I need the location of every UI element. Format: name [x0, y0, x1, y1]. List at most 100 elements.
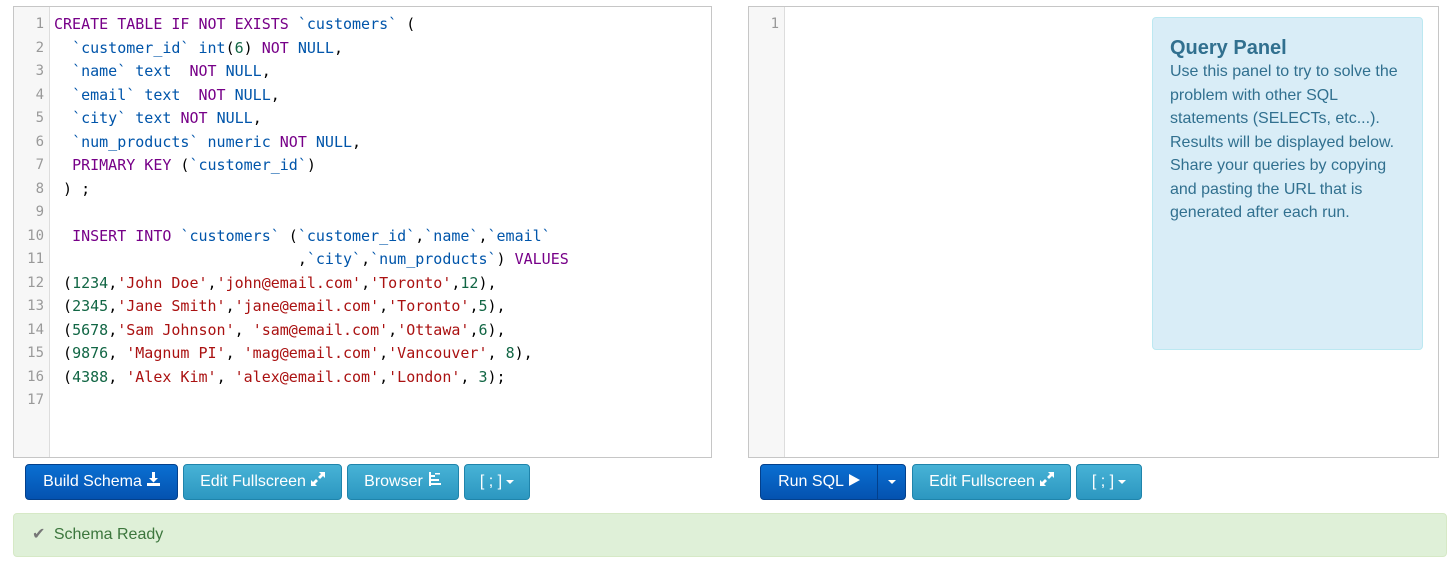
- sql-text: (: [54, 367, 73, 386]
- line-number: 13: [27, 298, 44, 314]
- sql-text: ,: [225, 344, 244, 362]
- line-number: 17: [27, 392, 44, 408]
- run-sql-button[interactable]: Run SQL: [760, 464, 878, 500]
- expand-icon: [310, 465, 325, 499]
- edit-fullscreen-label: Edit Fullscreen: [200, 473, 306, 490]
- sql-number: 8: [505, 344, 515, 362]
- sql-number: 3: [478, 367, 488, 386]
- schema-editor[interactable]: 1 2 3 4 5 6 7 8 9 10 11 12 13 14 15 16 17 CREATE TABLE I…: [13, 6, 712, 458]
- sql-identifier: `city`: [72, 109, 127, 127]
- sql-text: ,: [108, 367, 127, 386]
- line-number-gutter: 1: [749, 7, 785, 457]
- sql-type: text: [135, 62, 172, 80]
- build-schema-button[interactable]: Build Schema: [25, 464, 178, 500]
- sql-string: 'john@email.com': [216, 273, 362, 292]
- sql-string: 'Toronto': [370, 273, 452, 292]
- line-number: 9: [35, 204, 44, 220]
- tree-list-icon: [428, 465, 442, 499]
- sql-identifier: `customers`: [180, 226, 280, 245]
- schema-edit-fullscreen-button[interactable]: Edit Fullscreen: [183, 464, 342, 500]
- sql-text: ,: [252, 109, 262, 127]
- sql-text: ,: [270, 85, 280, 104]
- sql-text: (: [397, 15, 416, 33]
- sql-identifier: `city`: [306, 250, 362, 268]
- chevron-down-icon: [1118, 479, 1127, 484]
- chevron-down-icon: [887, 479, 896, 484]
- play-icon: [848, 465, 860, 499]
- sql-identifier: `num_products`: [370, 250, 497, 268]
- line-number: 16: [27, 368, 44, 385]
- line-number: 5: [35, 110, 44, 126]
- sql-text: ): [306, 156, 316, 174]
- schema-delimiter-dropdown[interactable]: [ ; ]: [464, 464, 530, 500]
- code-line: `city` text NOT NULL,: [54, 107, 711, 131]
- sql-identifier: `name`: [424, 226, 479, 245]
- code-line: `num_products` numeric NOT NULL,: [54, 131, 711, 155]
- sql-keyword: NULL: [315, 132, 353, 151]
- build-schema-label: Build Schema: [43, 473, 142, 490]
- chevron-down-icon: [506, 479, 515, 484]
- sql-keyword: INSERT INTO: [72, 226, 172, 245]
- sql-string: 'Alex Kim': [126, 367, 217, 386]
- code-line: (5678,'Sam Johnson', 'sam@email.com','Ot…: [54, 319, 711, 343]
- query-panel-help: Query Panel Use this panel to try to sol…: [1152, 17, 1423, 350]
- query-delimiter-dropdown[interactable]: [ ; ]: [1076, 464, 1142, 500]
- code-line: `name` text NOT NULL,: [54, 60, 711, 84]
- sql-string: 'sam@email.com': [252, 320, 389, 339]
- edit-fullscreen-label: Edit Fullscreen: [929, 473, 1035, 490]
- sql-text: ): [496, 250, 515, 268]
- sql-identifier: `customer_id`: [72, 38, 190, 57]
- sql-text: ): [243, 38, 262, 57]
- sql-number: 5: [478, 297, 488, 315]
- browser-button[interactable]: Browser: [347, 464, 459, 500]
- sql-string: 'John Doe': [117, 273, 208, 292]
- sql-identifier: `num_products`: [72, 132, 199, 151]
- sql-number: 6: [234, 38, 244, 57]
- sql-text: ,: [379, 367, 389, 386]
- query-edit-fullscreen-button[interactable]: Edit Fullscreen: [912, 464, 1071, 500]
- schema-code[interactable]: CREATE TABLE IF NOT EXISTS `customers` (…: [54, 13, 711, 413]
- sql-string: 'Jane Smith': [117, 297, 226, 315]
- sql-text: (: [171, 156, 190, 174]
- line-number: 1: [35, 16, 44, 32]
- line-numbers: 1: [749, 13, 779, 37]
- sql-string: 'Ottawa': [397, 320, 470, 339]
- code-line: INSERT INTO `customers` (`customer_id`,`…: [54, 225, 711, 249]
- sql-text: ,: [261, 62, 271, 80]
- run-sql-options-dropdown[interactable]: [877, 464, 906, 500]
- line-number: 10: [27, 227, 44, 244]
- delimiter-label: [ ; ]: [479, 473, 503, 490]
- sql-string: 'mag@email.com': [243, 344, 380, 362]
- sql-text: ,: [379, 344, 389, 362]
- sql-number: 9876: [72, 344, 109, 362]
- query-panel-title: Query Panel: [1170, 37, 1287, 59]
- sql-keyword: PRIMARY KEY: [72, 156, 172, 174]
- sql-text: ,: [379, 297, 389, 315]
- code-line: PRIMARY KEY (`customer_id`): [54, 154, 711, 178]
- line-number: 7: [35, 157, 44, 173]
- sql-text: ),: [487, 320, 506, 339]
- line-number: 15: [27, 345, 44, 361]
- sql-number: 12: [460, 273, 479, 292]
- sql-identifier: `email`: [72, 85, 136, 104]
- sql-keyword: NULL: [297, 38, 334, 57]
- sql-identifier: `customer_id`: [297, 226, 416, 245]
- sql-type: text: [144, 85, 181, 104]
- line-number: 1: [770, 16, 779, 32]
- sql-keyword: NULL: [225, 62, 262, 80]
- sql-string: 'Magnum PI': [126, 344, 226, 362]
- run-sql-label: Run SQL: [778, 473, 844, 490]
- sql-text: ,: [108, 273, 118, 292]
- sql-number: 6: [478, 320, 488, 339]
- sql-keyword: NULL: [216, 109, 253, 127]
- sql-text: ,: [361, 250, 371, 268]
